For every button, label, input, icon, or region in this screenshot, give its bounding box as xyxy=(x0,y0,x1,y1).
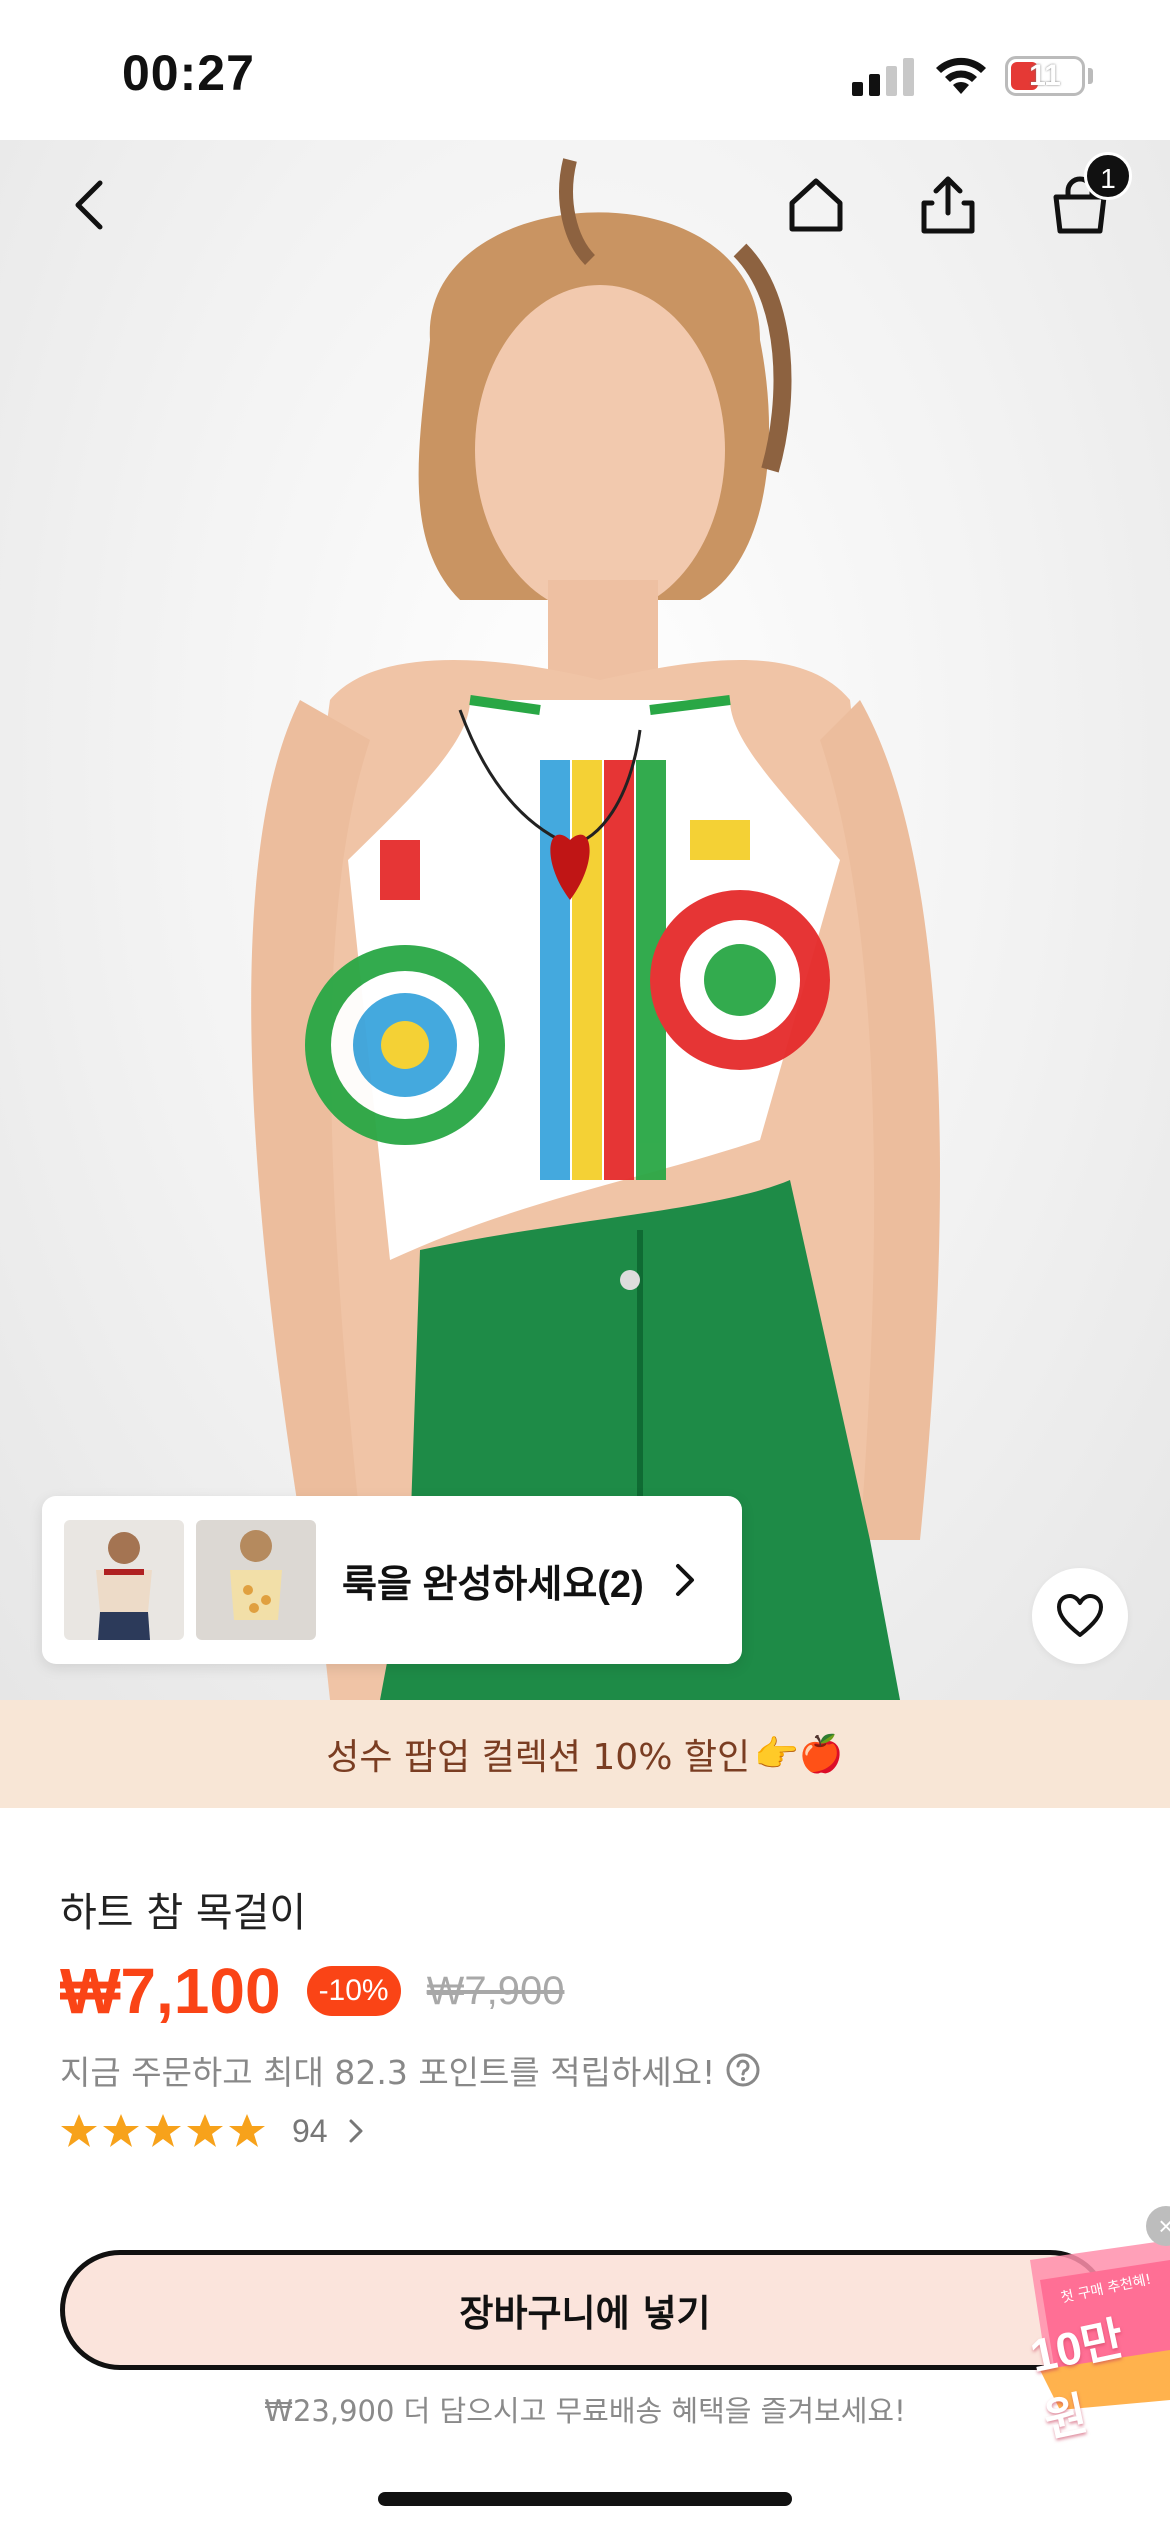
wishlist-button[interactable] xyxy=(1032,1568,1128,1664)
question-circle-icon[interactable] xyxy=(725,2052,761,2088)
complete-the-look-label: 룩을 완성하세요(2) xyxy=(342,1563,644,1606)
heart-icon xyxy=(1057,1594,1103,1637)
star-icon xyxy=(103,2114,139,2147)
complete-the-look-card[interactable]: 룩을 완성하세요(2) xyxy=(42,1496,742,1664)
discount-badge: -10% xyxy=(306,1966,401,2016)
cart-count-badge: 1 xyxy=(1084,152,1132,200)
star-icon xyxy=(145,2114,181,2147)
add-to-cart-button[interactable]: 장바구니에 넣기 xyxy=(60,2250,1110,2370)
product-image[interactable] xyxy=(0,140,1170,1700)
chevron-right-icon xyxy=(675,1564,694,1596)
free-shipping-note: ₩23,900 더 담으시고 무료배송 혜택을 즐겨보세요! xyxy=(264,2394,906,2428)
price-row: ₩7,100 -10% ₩7,900 xyxy=(60,1954,564,2028)
status-time: 00:27 xyxy=(122,45,255,101)
look-thumbnail[interactable] xyxy=(64,1520,184,1640)
product-title: 하트 참 목걸이 xyxy=(60,1890,307,1936)
promo-banner[interactable]: 성수 팝업 컬렉션 10% 할인 👉🍎 xyxy=(0,1700,1170,1808)
star-icon xyxy=(229,2114,265,2147)
chevron-right-icon xyxy=(349,2119,363,2143)
battery-level: 11 xyxy=(1029,59,1061,92)
back-button[interactable] xyxy=(52,165,132,245)
status-bar: 00:27 11 xyxy=(0,0,1170,140)
look-thumbnail[interactable] xyxy=(196,1520,316,1640)
promo-emoji: 👉🍎 xyxy=(754,1734,844,1775)
coupon-amount: 10만원 xyxy=(1025,2311,1129,2447)
wifi-icon xyxy=(936,57,986,94)
chevron-left-icon xyxy=(75,180,103,230)
rating-row[interactable]: 94 xyxy=(60,2112,370,2150)
points-info: 지금 주문하고 최대 82.3 포인트를 적립하세요! xyxy=(60,2046,761,2094)
points-text: 지금 주문하고 최대 82.3 포인트를 적립하세요! xyxy=(60,2053,716,2092)
review-count: 94 xyxy=(292,2112,328,2149)
original-price: ₩7,900 xyxy=(426,1968,565,2013)
home-icon xyxy=(789,178,843,232)
star-icon xyxy=(61,2114,97,2147)
promo-text: 성수 팝업 컬렉션 10% 할인 xyxy=(326,1737,751,1778)
share-icon xyxy=(921,176,975,234)
battery-icon: 11 xyxy=(1005,56,1085,96)
model-photo xyxy=(251,158,940,1700)
share-button[interactable] xyxy=(908,165,988,245)
star-icon xyxy=(187,2114,223,2147)
sale-price: ₩7,100 xyxy=(60,1955,281,2027)
home-indicator xyxy=(378,2492,792,2506)
battery-cap xyxy=(1088,68,1093,84)
cellular-signal-icon xyxy=(852,58,914,96)
home-button[interactable] xyxy=(776,165,856,245)
